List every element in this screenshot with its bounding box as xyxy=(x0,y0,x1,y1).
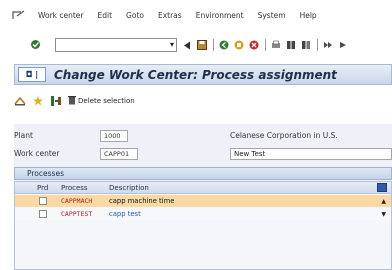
command-field[interactable]: ▾ xyxy=(55,38,177,52)
company-label: Celanese Corporation in U.S. xyxy=(230,131,338,140)
process-cell[interactable]: CAPPMACH xyxy=(61,195,92,207)
page-title: Change Work Center: Process assignment xyxy=(54,67,337,82)
column-header-process[interactable]: Process xyxy=(61,182,88,194)
toolbar-separator xyxy=(213,39,214,51)
standard-toolbar: ▾ xyxy=(0,34,392,56)
processes-section-header: Processes xyxy=(14,167,392,180)
delete-selection-label: Delete selection xyxy=(78,97,135,105)
application-toolbar: Delete selection xyxy=(14,92,135,110)
print-icon[interactable] xyxy=(270,40,281,51)
plant-label: Plant xyxy=(14,131,33,140)
find-next-icon[interactable] xyxy=(300,40,311,51)
screen-title-bar: ◘ | Change Work Center: Process assignme… xyxy=(14,64,392,85)
first-page-icon[interactable] xyxy=(322,40,333,51)
description-cell: capp machine time xyxy=(109,197,175,205)
trash-icon xyxy=(68,95,76,107)
scroll-up-icon[interactable]: ▲ xyxy=(381,198,386,205)
command-dropdown-icon[interactable]: ▾ xyxy=(170,40,174,49)
previous-page-icon[interactable] xyxy=(337,40,348,51)
back-arrow-icon[interactable] xyxy=(181,40,192,51)
menu-extras[interactable]: Extras xyxy=(158,11,182,20)
display-change-icon[interactable] xyxy=(14,95,26,107)
delete-selection-button[interactable]: Delete selection xyxy=(68,95,135,107)
back-icon[interactable] xyxy=(218,40,229,51)
menu-bar: Work center Edit Goto Extras Environment… xyxy=(0,0,392,30)
processes-table: Prd Process Description CAPPMACH capp ma… xyxy=(14,181,392,270)
exit-icon[interactable] xyxy=(233,40,244,51)
row-checkbox[interactable] xyxy=(39,197,47,205)
work-center-field[interactable]: CAPP01 xyxy=(100,148,138,160)
table-row[interactable]: CAPPTEST capp test xyxy=(15,208,391,220)
menu-goto[interactable]: Goto xyxy=(126,11,144,20)
description-cell: capp test xyxy=(109,210,141,218)
work-center-icon: ◘ | xyxy=(18,67,46,82)
scroll-down-icon[interactable]: ▼ xyxy=(381,211,386,218)
row-checkbox[interactable] xyxy=(39,210,47,218)
save-icon[interactable] xyxy=(196,40,207,51)
toolbar-separator xyxy=(265,39,266,51)
cancel-icon[interactable] xyxy=(248,40,259,51)
other-object-icon[interactable] xyxy=(32,95,44,107)
menu-edit[interactable]: Edit xyxy=(98,11,113,20)
find-icon[interactable] xyxy=(285,40,296,51)
work-center-label: Work center xyxy=(14,149,60,158)
work-center-description[interactable]: New Test xyxy=(230,148,392,160)
menu-environment[interactable]: Environment xyxy=(196,11,244,20)
menu-system[interactable]: System xyxy=(258,11,286,20)
table-row[interactable]: CAPPMACH capp machine time xyxy=(15,195,391,207)
column-header-description[interactable]: Description xyxy=(109,182,149,194)
window-menu-icon[interactable] xyxy=(12,10,26,20)
menu-work-center[interactable]: Work center xyxy=(38,11,84,20)
menu-help[interactable]: Help xyxy=(300,11,317,20)
process-cell[interactable]: CAPPTEST xyxy=(61,208,92,220)
hierarchy-icon[interactable] xyxy=(50,95,62,107)
column-header-prd[interactable]: Prd xyxy=(37,182,48,194)
enter-icon[interactable] xyxy=(30,39,41,52)
toolbar-separator xyxy=(317,39,318,51)
table-settings-icon[interactable] xyxy=(377,183,387,192)
plant-field[interactable]: 1000 xyxy=(100,130,128,142)
